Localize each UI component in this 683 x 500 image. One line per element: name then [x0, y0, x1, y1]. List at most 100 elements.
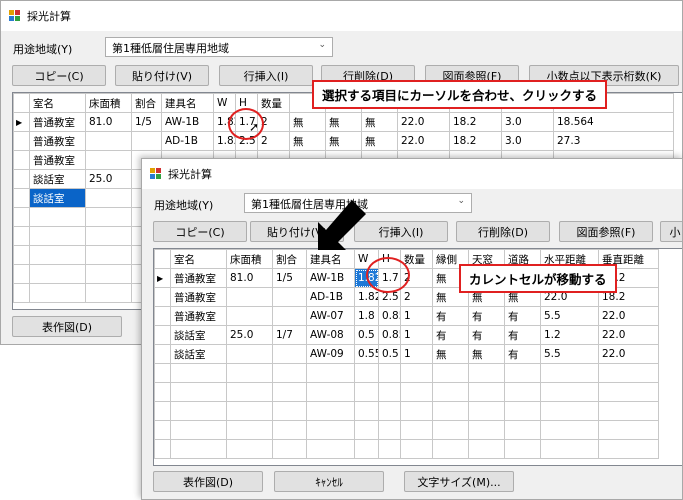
grid-cell[interactable]	[378, 382, 401, 402]
grid-cell[interactable]: 3.0	[501, 131, 554, 151]
row-header[interactable]	[13, 207, 30, 227]
grid-cell[interactable]	[540, 420, 599, 440]
row-header[interactable]: ▶	[154, 268, 171, 288]
grid-cell[interactable]	[306, 439, 355, 459]
grid-cell[interactable]: 0.85	[378, 306, 401, 326]
grid-cell[interactable]	[272, 420, 307, 440]
grid-cell[interactable]	[85, 264, 132, 284]
grid-cell[interactable]: AW-08	[306, 325, 355, 345]
grid-cell[interactable]	[226, 363, 273, 383]
grid-cell[interactable]	[504, 439, 541, 459]
grid-cell[interactable]: 3.0	[501, 112, 554, 132]
grid-cell[interactable]: 25.0	[85, 169, 132, 189]
grid-cell[interactable]	[226, 306, 273, 326]
front-cancel-button[interactable]: ｷｬﾝｾﾙ	[274, 471, 384, 492]
grid-cell[interactable]	[400, 401, 433, 421]
grid-cell[interactable]	[354, 439, 379, 459]
grid-cell[interactable]: 0.85	[378, 325, 401, 345]
grid-cell[interactable]	[400, 382, 433, 402]
grid-cell[interactable]	[354, 382, 379, 402]
grid-cell[interactable]: AD-1B	[161, 131, 214, 151]
grid-cell[interactable]: 2	[257, 131, 290, 151]
grid-cell[interactable]	[226, 287, 273, 307]
grid-cell[interactable]	[226, 439, 273, 459]
grid-cell[interactable]	[378, 363, 401, 383]
grid-cell[interactable]	[272, 439, 307, 459]
grid-cell[interactable]	[85, 150, 132, 170]
front-extra-button[interactable]: 小	[660, 221, 682, 242]
grid-cell[interactable]	[306, 382, 355, 402]
grid-cell[interactable]	[378, 420, 401, 440]
grid-cell[interactable]	[131, 131, 162, 151]
grid-cell[interactable]	[29, 245, 86, 265]
grid-cell[interactable]	[306, 401, 355, 421]
row-header[interactable]	[154, 325, 171, 345]
grid-cell[interactable]	[226, 344, 273, 364]
row-header[interactable]	[13, 150, 30, 170]
grid-cell[interactable]: 無	[468, 344, 505, 364]
grid-cell[interactable]: 22.0	[397, 112, 450, 132]
row-header[interactable]	[13, 188, 30, 208]
row-header[interactable]: ▶	[13, 112, 30, 132]
grid-cell[interactable]: 27.3	[553, 131, 674, 151]
column-header[interactable]: 割合	[131, 93, 162, 113]
grid-cell[interactable]: 普通教室	[170, 287, 227, 307]
row-header[interactable]	[154, 401, 171, 421]
grid-cell[interactable]	[272, 382, 307, 402]
front-copy-button[interactable]: コピー(C)	[153, 221, 247, 242]
grid-cell[interactable]: 有	[504, 325, 541, 345]
grid-cell[interactable]	[378, 439, 401, 459]
row-header[interactable]	[13, 131, 30, 151]
grid-cell[interactable]	[400, 363, 433, 383]
grid-cell[interactable]	[598, 439, 659, 459]
grid-cell[interactable]: 有	[504, 344, 541, 364]
grid-cell[interactable]	[272, 306, 307, 326]
grid-cell[interactable]: 1.2	[540, 325, 599, 345]
grid-cell[interactable]: 1/5	[272, 268, 307, 288]
column-header[interactable]: 室名	[29, 93, 86, 113]
grid-cell[interactable]	[400, 439, 433, 459]
grid-cell[interactable]: 1/5	[131, 112, 162, 132]
grid-cell[interactable]: 有	[432, 306, 469, 326]
grid-cell[interactable]	[504, 401, 541, 421]
grid-cell[interactable]: 有	[504, 306, 541, 326]
grid-cell[interactable]	[170, 382, 227, 402]
grid-cell[interactable]	[354, 401, 379, 421]
grid-cell[interactable]: 無	[361, 112, 398, 132]
grid-cell[interactable]: 18.564	[553, 112, 674, 132]
grid-cell[interactable]: 22.0	[397, 131, 450, 151]
grid-cell[interactable]	[432, 439, 469, 459]
grid-cell[interactable]: 1	[400, 344, 433, 364]
back-paste-button[interactable]: 貼り付け(V)	[115, 65, 209, 86]
grid-cell[interactable]	[468, 363, 505, 383]
grid-cell[interactable]	[540, 439, 599, 459]
back-usage-combo[interactable]: 第1種低層住居専用地域 ⌄	[105, 37, 333, 57]
row-header[interactable]	[154, 363, 171, 383]
grid-cell[interactable]	[170, 439, 227, 459]
row-header[interactable]	[13, 245, 30, 265]
grid-cell[interactable]: AW-1B	[306, 268, 355, 288]
grid-cell[interactable]: AW-09	[306, 344, 355, 364]
column-header[interactable]: 室名	[170, 249, 227, 269]
column-header[interactable]: W	[213, 93, 236, 113]
front-delete-row-button[interactable]: 行削除(D)	[456, 221, 550, 242]
grid-cell[interactable]	[468, 439, 505, 459]
row-header[interactable]	[154, 382, 171, 402]
grid-cell[interactable]: 1	[400, 306, 433, 326]
grid-cell[interactable]	[468, 420, 505, 440]
grid-cell[interactable]	[504, 420, 541, 440]
grid-cell[interactable]	[170, 420, 227, 440]
row-header[interactable]	[154, 439, 171, 459]
grid-cell[interactable]	[504, 363, 541, 383]
grid-cell[interactable]: AW-1B	[161, 112, 214, 132]
grid-cell[interactable]: 0.5	[378, 344, 401, 364]
grid-cell[interactable]	[432, 363, 469, 383]
grid-cell[interactable]	[85, 207, 132, 227]
grid-cell[interactable]: 無	[325, 131, 362, 151]
grid-cell[interactable]	[540, 401, 599, 421]
front-drawing-ref-button[interactable]: 図面参照(F)	[559, 221, 653, 242]
grid-cell[interactable]: 22.0	[598, 325, 659, 345]
grid-cell[interactable]: 2	[400, 287, 433, 307]
grid-cell[interactable]	[226, 420, 273, 440]
grid-cell[interactable]: 談話室	[170, 325, 227, 345]
